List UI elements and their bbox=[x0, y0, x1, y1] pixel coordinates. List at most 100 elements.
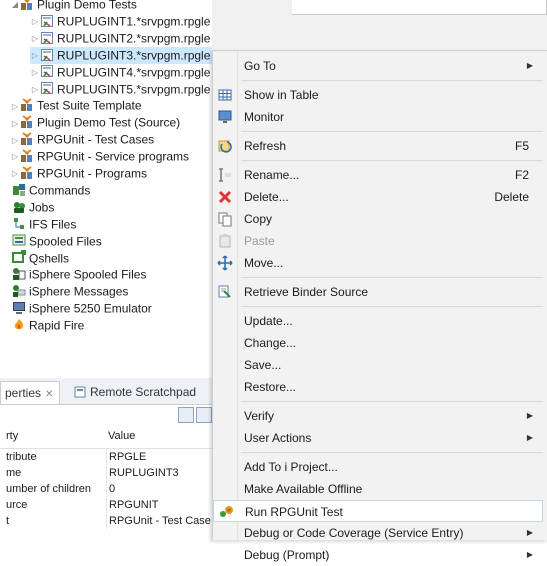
expand-twisty-icon[interactable]: ▷ bbox=[30, 81, 40, 98]
submenu-arrow-icon: ▶ bbox=[526, 61, 533, 70]
submenu-arrow-icon: ▶ bbox=[526, 433, 533, 442]
expand-twisty-icon[interactable]: ▷ bbox=[10, 98, 20, 115]
tree-item[interactable]: ▷ RUPLUGINT5.*srvpgm.rpgle bbox=[30, 81, 212, 98]
tree-item[interactable]: ▷ Plugin Demo Test (Source) bbox=[10, 114, 212, 131]
menu-item-retrieve-binder-source[interactable]: Retrieve Binder Source bbox=[213, 281, 543, 303]
menu-item-monitor[interactable]: Monitor bbox=[213, 106, 543, 128]
collapse-twisty-icon[interactable]: ◢ bbox=[10, 0, 20, 13]
menu-item-debug-prompt[interactable]: Debug (Prompt) ▶ bbox=[213, 544, 543, 566]
menu-item-restore[interactable]: Restore... bbox=[213, 376, 543, 398]
tree-item-label: RUPLUGINT4.*srvpgm.rpgle bbox=[57, 64, 211, 79]
property-name: me bbox=[6, 467, 22, 479]
source-member-icon bbox=[40, 64, 54, 78]
menu-item-show-in-table[interactable]: Show in Table bbox=[213, 84, 543, 106]
menu-item-label: Rename... bbox=[244, 168, 300, 182]
close-icon[interactable]: ✕ bbox=[45, 389, 53, 400]
test-folder-icon bbox=[20, 0, 34, 11]
tree-item-label: iSphere Messages bbox=[29, 284, 129, 299]
tree-item[interactable]: ▷ RUPLUGINT4.*srvpgm.rpgle bbox=[30, 64, 212, 81]
tree-item[interactable]: iSphere Messages bbox=[12, 283, 212, 300]
test-folder-icon bbox=[20, 98, 34, 112]
menu-item-rename[interactable]: Rename... F2 bbox=[213, 164, 543, 186]
menu-item-change[interactable]: Change... bbox=[213, 332, 543, 354]
expand-twisty-icon[interactable]: ▷ bbox=[10, 148, 20, 165]
tree-item[interactable]: ▷ RPGUnit - Test Cases bbox=[10, 131, 212, 148]
table-row[interactable]: umber of children 0 bbox=[0, 481, 212, 497]
menu-item-paste[interactable]: Paste bbox=[213, 230, 543, 252]
menu-item-label: Run RPGUnit Test bbox=[245, 505, 343, 519]
table-row[interactable]: me RUPLUGINT3 bbox=[0, 465, 212, 481]
expand-twisty-icon[interactable]: ▷ bbox=[10, 115, 20, 132]
submenu-arrow-icon: ▶ bbox=[526, 411, 533, 420]
emulator-icon bbox=[12, 301, 26, 315]
expand-twisty-icon[interactable]: ▷ bbox=[30, 13, 40, 30]
menu-item-delete[interactable]: Delete... Delete bbox=[213, 186, 543, 208]
property-name: tribute bbox=[6, 451, 37, 463]
expand-twisty-icon[interactable]: ▷ bbox=[30, 30, 40, 47]
tab-remote-scratchpad[interactable]: Remote Scratchpad bbox=[74, 381, 196, 403]
tree-item-label: RUPLUGINT1.*srvpgm.rpgle bbox=[57, 14, 211, 29]
tree-item[interactable]: ◢ Plugin Demo Tests bbox=[10, 0, 212, 13]
tree-item[interactable]: Commands bbox=[12, 182, 212, 199]
menu-item-run-rpgunit-test[interactable]: Run RPGUnit Test bbox=[213, 500, 543, 522]
tree-item-label: iSphere 5250 Emulator bbox=[29, 301, 152, 316]
property-value: RUPLUGINT3 bbox=[106, 465, 215, 481]
table-row[interactable]: urce RPGUNIT bbox=[0, 497, 212, 513]
submenu-arrow-icon: ▶ bbox=[526, 528, 533, 537]
tree-item[interactable]: ▷ Test Suite Template bbox=[10, 97, 212, 114]
tree-item[interactable]: Rapid Fire bbox=[12, 317, 212, 334]
expand-twisty-icon[interactable]: ▷ bbox=[10, 165, 20, 182]
menu-item-shortcut: Delete bbox=[494, 190, 529, 204]
tab-properties[interactable]: perties ✕ bbox=[0, 381, 61, 404]
expand-twisty-icon[interactable]: ▷ bbox=[10, 132, 20, 149]
binder-source-icon bbox=[217, 284, 233, 300]
menu-item-make-available-offline[interactable]: Make Available Offline bbox=[213, 478, 543, 500]
menu-item-verify[interactable]: Verify ▶ bbox=[213, 405, 543, 427]
tree-item[interactable]: Jobs bbox=[12, 199, 212, 216]
tree-item[interactable]: ▷ RUPLUGINT3.*srvpgm.rpgle bbox=[30, 46, 212, 64]
tree-item[interactable]: ▷ RUPLUGINT1.*srvpgm.rpgle bbox=[30, 13, 212, 30]
advanced-toggle-icon[interactable] bbox=[196, 407, 212, 423]
menu-item-user-actions[interactable]: User Actions ▶ bbox=[213, 427, 543, 449]
menu-item-shortcut: F5 bbox=[514, 139, 529, 153]
tree-item[interactable]: ▷ RUPLUGINT2.*srvpgm.rpgle bbox=[30, 30, 212, 47]
menu-item-label: Save... bbox=[244, 358, 282, 372]
tree-item[interactable]: IFS Files bbox=[12, 216, 212, 233]
tree-item[interactable]: Qshells bbox=[12, 250, 212, 267]
menu-item-update[interactable]: Update... bbox=[213, 310, 543, 332]
menu-item-move[interactable]: Move... bbox=[213, 252, 543, 274]
menu-item-save[interactable]: Save... bbox=[213, 354, 543, 376]
context-menu: Go To ▶ Show in Table Monitor Refresh F5 Renam… bbox=[212, 50, 547, 562]
table-row[interactable]: tribute RPGLE bbox=[0, 449, 212, 465]
properties-table: rty Value tribute RPGLE me RUPLUGINT3 umber … bbox=[0, 426, 212, 529]
menu-item-copy[interactable]: Copy bbox=[213, 208, 543, 230]
tree-item[interactable]: ▷ RPGUnit - Service programs bbox=[10, 148, 212, 165]
property-name: urce bbox=[6, 499, 28, 511]
properties-tab-bar: perties ✕ Remote Scratchpad bbox=[0, 378, 212, 405]
tree-item[interactable]: Spooled Files bbox=[12, 233, 212, 250]
menu-item-debug-or-code-coverage-service-entry[interactable]: Debug or Code Coverage (Service Entry) ▶ bbox=[213, 522, 543, 544]
menu-separator bbox=[241, 306, 543, 307]
categories-toggle-icon[interactable] bbox=[178, 407, 194, 423]
expand-twisty-icon[interactable]: ▷ bbox=[30, 47, 40, 64]
tree-item-label: RPGUnit - Programs bbox=[37, 166, 148, 181]
isphere-spooled-icon bbox=[12, 267, 26, 281]
menu-item-add-to-i-project[interactable]: Add To i Project... bbox=[213, 456, 543, 478]
menu-item-go-to[interactable]: Go To ▶ bbox=[213, 55, 543, 77]
property-column-header[interactable]: rty bbox=[0, 430, 106, 442]
tree-item[interactable]: iSphere Spooled Files bbox=[12, 266, 212, 283]
test-folder-icon bbox=[20, 132, 34, 146]
tree-item-label: Spooled Files bbox=[29, 233, 102, 248]
tree-item[interactable]: iSphere 5250 Emulator bbox=[12, 300, 212, 317]
tree-item-label: RPGUnit - Test Cases bbox=[37, 132, 155, 147]
refresh-icon bbox=[217, 138, 233, 154]
table-icon bbox=[217, 87, 233, 103]
remote-systems-tree: ◢ Plugin Demo Tests ▷ RUPLUGINT1.*srvpgm.rp… bbox=[0, 0, 212, 378]
table-row[interactable]: t RPGUnit - Test Case bbox=[0, 513, 212, 529]
tree-item[interactable]: ▷ RPGUnit - Programs bbox=[10, 165, 212, 182]
value-column-header[interactable]: Value bbox=[106, 430, 214, 442]
menu-separator bbox=[241, 160, 543, 161]
menu-item-shortcut: F2 bbox=[514, 168, 529, 182]
menu-item-refresh[interactable]: Refresh F5 bbox=[213, 135, 543, 157]
expand-twisty-icon[interactable]: ▷ bbox=[30, 64, 40, 81]
